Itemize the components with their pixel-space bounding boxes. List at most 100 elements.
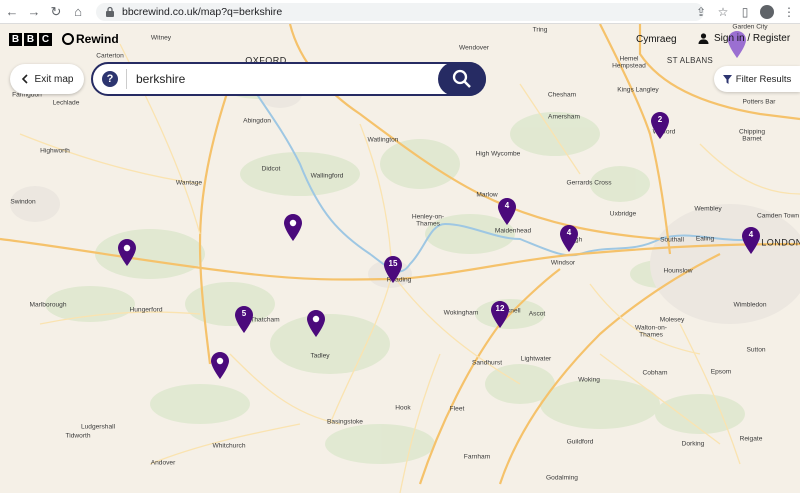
back-arrow-icon[interactable]: ← [2, 2, 22, 22]
rewind-logo[interactable]: Rewind [62, 32, 119, 46]
share-icon[interactable]: ⇪ [690, 1, 712, 23]
search-icon [452, 69, 471, 88]
bbc-logo-letter: B [24, 33, 37, 46]
filter-results-button[interactable]: Filter Results [714, 66, 800, 92]
place-label: Carterton [96, 52, 124, 60]
place-label: Watlington [367, 136, 399, 144]
place-label: Wendover [459, 44, 489, 52]
place-label: Andover [150, 459, 176, 467]
map-pin-cluster[interactable]: 4 [560, 225, 578, 252]
place-label: Godalming [546, 474, 578, 482]
place-label: Wallingford [310, 172, 344, 180]
place-label: Camden Town [756, 212, 800, 220]
place-label: Basingstoke [327, 418, 363, 426]
home-icon[interactable]: ⌂ [68, 2, 88, 22]
place-label: Didcot [261, 165, 281, 173]
signin-link[interactable]: Sign in / Register [698, 33, 790, 44]
signin-label: Sign in / Register [714, 33, 791, 44]
place-label: Fleet [449, 405, 465, 413]
search-divider [126, 69, 127, 89]
place-label: Tidworth [65, 432, 91, 440]
place-label: Whitchurch [212, 442, 246, 450]
address-bar[interactable]: bbcrewind.co.uk/map?q=berkshire [96, 2, 704, 21]
place-label: Southall [660, 236, 684, 244]
place-label: Farnham [463, 453, 491, 461]
place-label: Swindon [10, 198, 36, 206]
place-label: Thatcham [250, 316, 280, 324]
filter-results-label: Filter Results [735, 73, 792, 85]
menu-icon[interactable]: ⋮ [778, 1, 800, 23]
exit-map-button[interactable]: Exit map [10, 64, 84, 94]
bbc-logo[interactable]: B B C [9, 33, 52, 46]
place-label: Wembley [694, 205, 722, 213]
map-pin[interactable] [284, 214, 302, 241]
place-label: Ludgershall [80, 423, 116, 431]
place-label: Uxbridge [609, 210, 637, 218]
place-label: Sutton [746, 346, 766, 354]
place-label: Marlborough [29, 301, 67, 309]
bbc-logo-letter: C [39, 33, 52, 46]
place-label: LONDON [761, 237, 800, 248]
star-icon[interactable]: ☆ [712, 1, 734, 23]
place-label: Marlow [476, 191, 498, 199]
place-label: Ealing [695, 235, 715, 243]
browser-toolbar: ← → ↻ ⌂ bbcrewind.co.uk/map?q=berkshire … [0, 0, 800, 24]
place-label: Tring [532, 26, 548, 34]
map-pin[interactable] [211, 352, 229, 379]
place-label: Reigate [739, 435, 763, 443]
lock-icon [106, 6, 114, 17]
place-label: ST ALBANS [666, 56, 714, 65]
place-label: Wimbledon [733, 301, 767, 309]
place-label: Hounslow [663, 267, 693, 275]
reload-icon[interactable]: ↻ [46, 2, 66, 22]
place-label: Potters Bar [742, 98, 776, 106]
forward-arrow-icon[interactable]: → [24, 2, 44, 22]
place-label: Windsor [550, 259, 576, 267]
help-icon[interactable]: ? [102, 71, 118, 87]
place-label: Cobham [642, 369, 668, 377]
place-label: Lightwater [520, 355, 552, 363]
place-label: Ascot [528, 310, 546, 318]
place-label: Lechlade [52, 99, 80, 107]
map-pin-cluster[interactable]: 4 [498, 198, 516, 225]
place-label: Kings Langley [617, 86, 659, 94]
place-label: Highworth [40, 147, 70, 155]
place-label: Chesham [547, 91, 577, 99]
map-pin-cluster[interactable]: 4 [742, 227, 760, 254]
place-label: Chipping Barnet [738, 128, 766, 142]
profile-icon[interactable] [760, 5, 774, 19]
filter-icon [722, 74, 732, 84]
place-label: Sandhurst [471, 359, 503, 367]
url-text: bbcrewind.co.uk/map?q=berkshire [122, 5, 283, 18]
search-bar: ? berkshire [91, 62, 486, 96]
place-label: Tadley [310, 352, 330, 360]
search-input[interactable]: berkshire [136, 72, 185, 86]
place-label: Molesey [659, 316, 685, 324]
place-label: Hook [395, 404, 411, 412]
rewind-logo-text: Rewind [76, 32, 119, 46]
search-button[interactable] [438, 62, 486, 96]
place-label: Woking [578, 376, 600, 384]
chevron-left-icon [21, 74, 28, 84]
user-icon [698, 33, 709, 44]
place-label: High Wycombe [475, 150, 521, 158]
map-pin[interactable] [118, 239, 136, 266]
map-pin-cluster[interactable]: 5 [235, 306, 253, 333]
place-label: Amersham [548, 113, 580, 121]
map-pin-cluster[interactable]: 12 [491, 301, 509, 328]
map-pin[interactable] [307, 310, 325, 337]
place-label: Hungerford [129, 306, 163, 314]
sidebar-icon[interactable]: ▯ [734, 1, 756, 23]
place-label: Witney [150, 34, 172, 42]
place-label: Abingdon [243, 117, 271, 125]
place-label: Walton-on- Thames [634, 324, 668, 338]
map-pin-cluster[interactable]: 15 [384, 256, 402, 283]
language-link[interactable]: Cymraeg [636, 34, 677, 45]
exit-map-label: Exit map [34, 73, 74, 85]
place-label: Wokingham [443, 309, 479, 317]
place-label: Epsom [710, 368, 732, 376]
place-label: Guildford [566, 438, 594, 446]
map-pin-cluster[interactable]: 2 [651, 112, 669, 139]
place-label: Wantage [175, 179, 203, 187]
bbc-logo-letter: B [9, 33, 22, 46]
